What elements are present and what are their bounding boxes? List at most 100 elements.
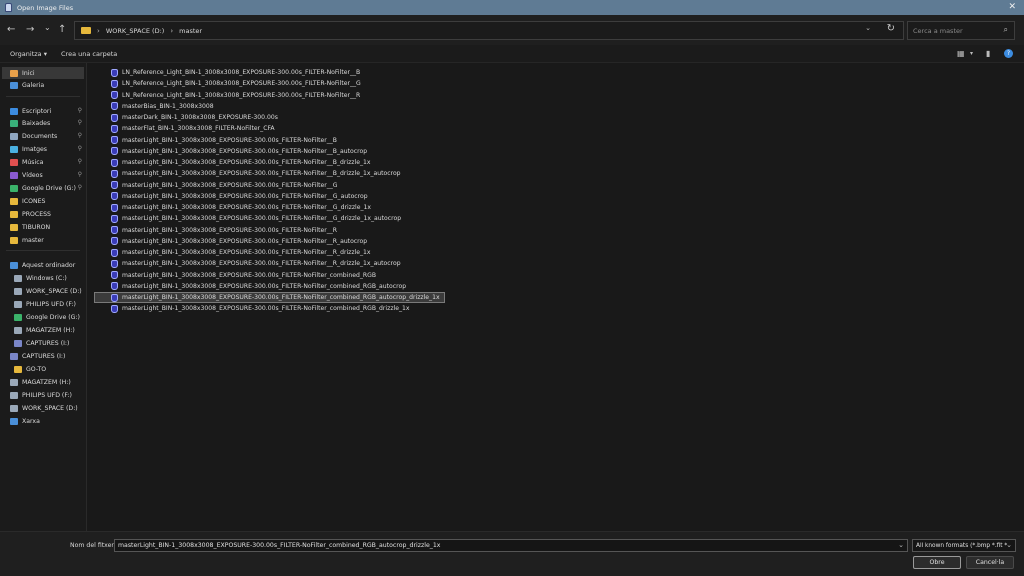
sidebar-item[interactable]: Baixades ⚲	[2, 117, 84, 129]
file-name: masterLight_BIN-1_3008x3008_EXPOSURE-300…	[122, 271, 377, 279]
file-row[interactable]: masterLight_BIN-1_3008x3008_EXPOSURE-300…	[94, 281, 406, 292]
sidebar-item-label: Google Drive (G:)	[26, 313, 80, 321]
sidebar-item[interactable]: ICONES	[2, 195, 84, 207]
fits-file-icon	[111, 113, 118, 122]
sidebar-item-label: CAPTURES (I:)	[22, 352, 66, 360]
search-placeholder: Cerca a master	[913, 26, 963, 35]
fits-file-icon	[111, 169, 118, 178]
file-row[interactable]: masterLight_BIN-1_3008x3008_EXPOSURE-300…	[94, 303, 410, 314]
sidebar-item-label: Imatges	[22, 145, 48, 153]
file-row[interactable]: masterLight_BIN-1_3008x3008_EXPOSURE-300…	[94, 146, 367, 157]
sidebar-item-label: CAPTURES (I:)	[26, 339, 70, 347]
file-row[interactable]: masterBias_BIN-1_3008x3008	[94, 101, 214, 112]
sidebar-item[interactable]: Aquest ordinador	[2, 259, 84, 271]
fits-file-icon	[111, 214, 118, 223]
sidebar-item[interactable]: Escriptori ⚲	[2, 105, 84, 117]
file-row[interactable]: masterLight_BIN-1_3008x3008_EXPOSURE-300…	[94, 191, 368, 202]
sidebar-item[interactable]: Xarxa	[2, 415, 84, 427]
file-row[interactable]: masterLight_BIN-1_3008x3008_EXPOSURE-300…	[94, 180, 338, 191]
sidebar-item[interactable]: master	[2, 234, 84, 246]
preview-pane-icon[interactable]: ▮	[986, 49, 990, 58]
sidebar-item[interactable]: PROCESS	[2, 208, 84, 220]
sidebar-item[interactable]: Música ⚲	[2, 156, 84, 168]
view-options-icon[interactable]: ▦	[957, 49, 965, 58]
file-row[interactable]: LN_Reference_Light_BIN-1_3008x3008_EXPOS…	[94, 90, 360, 101]
sidebar-item[interactable]: TIBURON	[2, 221, 84, 233]
file-row[interactable]: masterLight_BIN-1_3008x3008_EXPOSURE-300…	[94, 236, 367, 247]
sidebar-item[interactable]: PHILIPS UFD (F:)	[2, 298, 84, 310]
organize-button[interactable]: Organitza ▾	[10, 50, 47, 58]
sidebar-item[interactable]: Windows (C:)	[2, 272, 84, 284]
breadcrumb-folder[interactable]: master	[179, 27, 202, 35]
sidebar-item[interactable]: Google Drive (G:)	[2, 311, 84, 323]
filename-input[interactable]: masterLight_BIN-1_3008x3008_EXPOSURE-300…	[114, 539, 908, 552]
fits-file-icon	[111, 237, 118, 246]
file-row[interactable]: LN_Reference_Light_BIN-1_3008x3008_EXPOS…	[94, 67, 360, 78]
file-name: LN_Reference_Light_BIN-1_3008x3008_EXPOS…	[122, 80, 361, 88]
recent-locations-icon[interactable]: ⌄	[44, 22, 51, 34]
file-list: LN_Reference_Light_BIN-1_3008x3008_EXPOS…	[88, 63, 1024, 531]
breadcrumb-drive[interactable]: WORK_SPACE (D:)	[106, 27, 165, 35]
fits-file-icon	[111, 192, 118, 201]
sidebar-item[interactable]: Documents ⚲	[2, 130, 84, 142]
chevron-down-icon[interactable]: ⌄	[865, 24, 871, 32]
file-row[interactable]: masterLight_BIN-1_3008x3008_EXPOSURE-300…	[94, 247, 371, 258]
sidebar-item[interactable]: Inici	[2, 67, 84, 79]
file-row[interactable]: masterLight_BIN-1_3008x3008_EXPOSURE-300…	[94, 213, 401, 224]
file-row[interactable]: masterLight_BIN-1_3008x3008_EXPOSURE-300…	[94, 135, 337, 146]
file-row[interactable]: masterDark_BIN-1_3008x3008_EXPOSURE-300.…	[94, 112, 278, 123]
file-name: masterLight_BIN-1_3008x3008_EXPOSURE-300…	[122, 170, 401, 178]
refresh-icon[interactable]: ↻	[887, 23, 895, 34]
sidebar-item[interactable]: Imatges ⚲	[2, 143, 84, 155]
sidebar-item[interactable]: GO-TO	[2, 363, 84, 375]
sidebar-item-label: WORK_SPACE (D:)	[26, 287, 82, 295]
forward-arrow-icon[interactable]: →	[26, 24, 34, 36]
chevron-down-icon[interactable]: ⌄	[1006, 541, 1012, 549]
sidebar-item[interactable]: Galeria	[2, 79, 84, 91]
cancel-button[interactable]: Cancel·la	[966, 556, 1014, 569]
help-icon[interactable]: ?	[1004, 49, 1013, 58]
file-row[interactable]: masterLight_BIN-1_3008x3008_EXPOSURE-300…	[94, 202, 371, 213]
sidebar-item[interactable]: Vídeos ⚲	[2, 169, 84, 181]
sidebar-item[interactable]: CAPTURES (I:)	[2, 337, 84, 349]
file-row[interactable]: masterLight_BIN-1_3008x3008_EXPOSURE-300…	[94, 225, 337, 236]
address-bar[interactable]: › WORK_SPACE (D:) › master ⌄ ↻	[74, 21, 904, 40]
file-row[interactable]: masterLight_BIN-1_3008x3008_EXPOSURE-300…	[94, 258, 401, 269]
file-row[interactable]: LN_Reference_Light_BIN-1_3008x3008_EXPOS…	[94, 78, 361, 89]
home-icon	[10, 69, 18, 77]
sidebar-item[interactable]: MAGATZEM (H:)	[2, 324, 84, 336]
sidebar-item[interactable]: PHILIPS UFD (F:)	[2, 389, 84, 401]
sidebar-item[interactable]: Google Drive (G:) ⚲	[2, 182, 84, 194]
file-row[interactable]: masterFlat_BIN-1_3008x3008_FILTER-NoFilt…	[94, 123, 275, 134]
new-folder-button[interactable]: Crea una carpeta	[61, 50, 117, 58]
computer-icon	[10, 261, 18, 269]
sidebar-item[interactable]: WORK_SPACE (D:)	[2, 285, 84, 297]
search-input[interactable]: Cerca a master ⌕	[907, 21, 1015, 40]
fits-file-icon	[111, 259, 118, 268]
sidebar-divider	[6, 96, 80, 97]
sidebar-item-label: Vídeos	[22, 171, 43, 179]
sidebar-item-label: PROCESS	[22, 210, 51, 218]
file-row[interactable]: masterLight_BIN-1_3008x3008_EXPOSURE-300…	[94, 292, 445, 304]
close-icon[interactable]: ✕	[1008, 2, 1016, 13]
sidebar-item[interactable]: WORK_SPACE (D:)	[2, 402, 84, 414]
file-row[interactable]: masterLight_BIN-1_3008x3008_EXPOSURE-300…	[94, 168, 401, 179]
chevron-down-icon[interactable]: ▾	[970, 50, 973, 57]
open-button[interactable]: Obre	[913, 556, 961, 569]
videos-icon	[10, 171, 18, 179]
sidebar-item[interactable]: CAPTURES (I:)	[2, 350, 84, 362]
file-row[interactable]: masterLight_BIN-1_3008x3008_EXPOSURE-300…	[94, 157, 370, 168]
chevron-down-icon[interactable]: ⌄	[898, 541, 904, 549]
file-name: LN_Reference_Light_BIN-1_3008x3008_EXPOS…	[122, 91, 361, 99]
sidebar-item-label: Xarxa	[22, 417, 40, 425]
folder-icon	[14, 365, 22, 373]
sidebar-item[interactable]: MAGATZEM (H:)	[2, 376, 84, 388]
folder-icon	[81, 27, 91, 34]
up-arrow-icon[interactable]: ↑	[58, 24, 66, 36]
filetype-select[interactable]: All known formats (*.bmp *.fit * ⌄	[912, 539, 1016, 552]
breadcrumb-separator: ›	[97, 26, 100, 35]
file-row[interactable]: masterLight_BIN-1_3008x3008_EXPOSURE-300…	[94, 270, 376, 281]
fits-file-icon	[111, 147, 118, 156]
back-arrow-icon[interactable]: ←	[7, 24, 15, 36]
app-icon	[5, 3, 12, 12]
